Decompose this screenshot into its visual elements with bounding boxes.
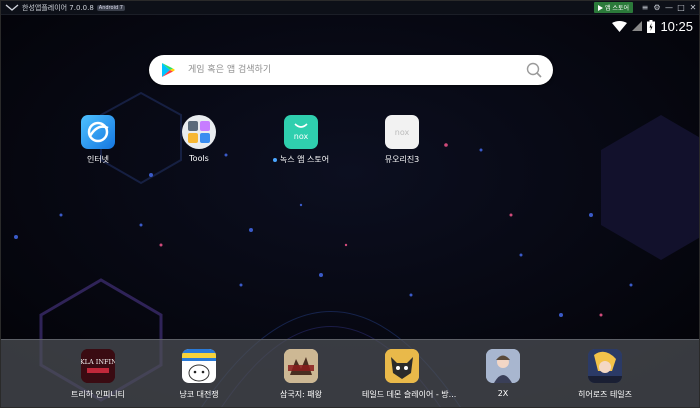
app-store-button[interactable]: 앱 스토어 — [594, 2, 633, 13]
menu-icon[interactable]: ≡ — [639, 3, 651, 12]
nox-store-icon: nox — [284, 115, 318, 149]
app-store-label: 앱 스토어 — [605, 5, 629, 12]
close-icon[interactable]: ✕ — [687, 3, 699, 12]
signal-icon — [632, 21, 643, 31]
app-nox-store[interactable]: nox 녹스 앱 스토어 — [261, 115, 341, 165]
dock-app-heroes-tales[interactable]: 히어로즈 테일즈 — [565, 349, 645, 400]
dock: TRIKLA INFINITY 트리하 인피니티 냥코 대전쟁 — [1, 339, 699, 407]
dock-app-2x[interactable]: 2X — [463, 349, 543, 398]
android-version-badge: Android 7 — [96, 4, 125, 11]
app-internet[interactable]: 인터넷 — [58, 115, 138, 165]
dock-app-battle-cats[interactable]: 냥코 대전쟁 — [159, 349, 239, 400]
dock-app-tailed-demon-slayer[interactable]: 테일드 데몬 슬레이어 - 방... — [362, 349, 457, 400]
play-icon — [598, 4, 603, 11]
maximize-icon[interactable]: □ — [675, 3, 687, 12]
status-bar: 10:25 — [612, 16, 693, 36]
browser-icon — [81, 115, 115, 149]
dock-app-three-kingdoms[interactable]: 삼국지: 패왕 — [261, 349, 341, 400]
nox-placeholder-icon: nox — [385, 115, 419, 149]
app-logo-icon — [5, 4, 19, 11]
svg-text:nox: nox — [294, 132, 309, 141]
logo-text: TRIKLA INFINITY — [81, 358, 115, 366]
search-bar[interactable] — [149, 55, 553, 85]
search-icon[interactable] — [526, 62, 542, 78]
tailed-demon-slayer-icon — [385, 349, 419, 383]
dock-app-trickster[interactable]: TRIKLA INFINITY 트리하 인피니티 — [58, 349, 138, 400]
settings-icon[interactable]: ⚙ — [651, 3, 663, 12]
app-label: 테일드 데몬 슬레이어 - 방... — [362, 390, 457, 399]
update-dot — [272, 157, 277, 162]
search-input[interactable] — [186, 64, 526, 76]
svg-text:nox: nox — [395, 128, 410, 137]
window-title: 한성앱플레이어 7.0.0.8 — [22, 3, 94, 12]
tools-folder-icon — [182, 115, 216, 149]
app-label: 뮤오리진3 — [384, 155, 420, 164]
trickster-infinity-icon: TRIKLA INFINITY — [81, 349, 115, 383]
app-label: 2X — [497, 389, 509, 398]
battery-icon — [647, 19, 656, 33]
app-label: 히어로즈 테일즈 — [577, 390, 633, 399]
title-bar: 한성앱플레이어 7.0.0.8 Android 7 앱 스토어 ≡ ⚙ — □ … — [1, 1, 699, 15]
google-play-icon — [162, 63, 175, 77]
2x-icon — [486, 349, 520, 383]
app-label: 삼국지: 패왕 — [279, 390, 323, 399]
clock: 10:25 — [660, 18, 693, 34]
app-label: 인터넷 — [86, 155, 110, 164]
emulator-window: 한성앱플레이어 7.0.0.8 Android 7 앱 스토어 ≡ ⚙ — □ … — [0, 0, 700, 408]
three-kingdoms-icon — [284, 349, 318, 383]
wifi-icon — [612, 20, 628, 32]
heroes-tales-icon — [588, 349, 622, 383]
app-label: Tools — [189, 154, 209, 163]
battle-cats-icon — [182, 349, 216, 383]
app-tools-folder[interactable]: Tools — [159, 115, 239, 163]
minimize-icon[interactable]: — — [663, 3, 675, 12]
app-mu-origin3[interactable]: nox 뮤오리진3 — [362, 115, 442, 165]
app-label: 녹스 앱 스토어 — [279, 155, 330, 164]
app-label: 냥코 대전쟁 — [179, 390, 219, 399]
app-label: 트리하 인피니티 — [70, 390, 126, 399]
